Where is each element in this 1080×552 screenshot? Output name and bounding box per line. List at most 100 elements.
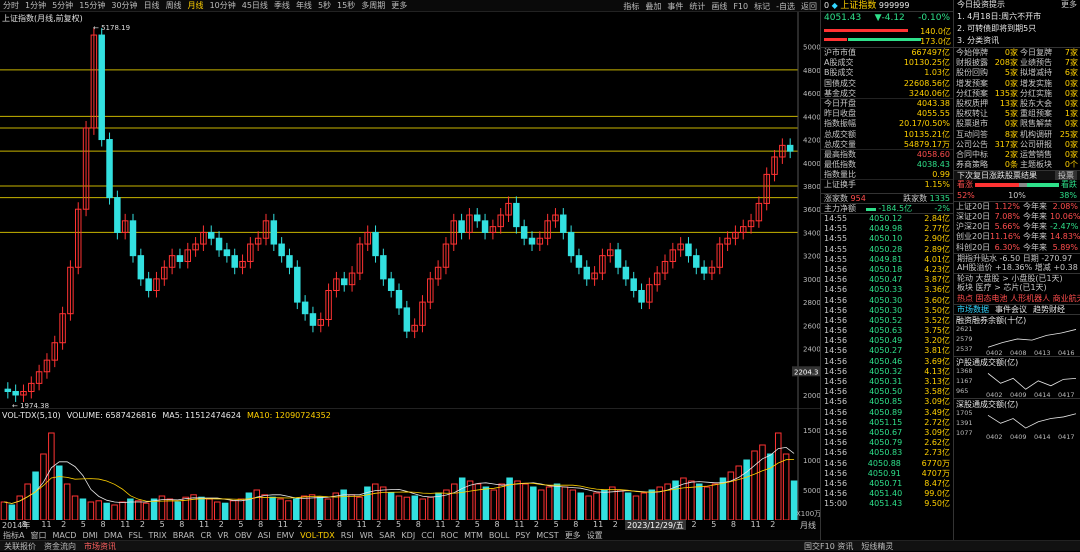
candle-52[interactable] xyxy=(403,307,411,332)
candle-13[interactable] xyxy=(98,34,105,141)
tool-2[interactable]: 事件 xyxy=(664,1,686,12)
vol-bar-78[interactable] xyxy=(616,489,624,521)
vol-bar-53[interactable] xyxy=(419,498,426,521)
vol-bar-38[interactable] xyxy=(300,495,308,521)
period-6[interactable]: 周线 xyxy=(163,0,185,11)
vol-bar-30[interactable] xyxy=(237,498,245,521)
period-11[interactable]: 年线 xyxy=(293,0,315,11)
tick-row-6[interactable]: 14:56 4050.47 3.87亿 xyxy=(821,275,953,285)
vol-bar-0[interactable] xyxy=(0,501,8,521)
bottom-tab-0[interactable]: 关联报价 xyxy=(0,541,40,552)
tick-row-8[interactable]: 14:56 4050.30 3.60亿 xyxy=(821,296,953,306)
candle-90[interactable] xyxy=(700,266,708,274)
vol-bar-13[interactable] xyxy=(103,502,110,521)
vol-bar-25[interactable] xyxy=(198,496,205,521)
tick-row-17[interactable]: 14:56 4050.50 3.58亿 xyxy=(821,387,953,397)
period-3[interactable]: 15分钟 xyxy=(76,0,108,11)
event-row-10[interactable]: 合同中标 2家 运营销售 0家 xyxy=(954,150,1080,160)
vote-down-label[interactable]: 看跌 xyxy=(1061,180,1077,190)
indicator-tab-16[interactable]: SAR xyxy=(376,531,398,540)
candle-66[interactable] xyxy=(513,202,520,228)
mini-tab-2[interactable]: 趋势财经 xyxy=(1033,305,1065,314)
event-row-6[interactable]: 股权转让 5家 重组预案 1家 xyxy=(954,109,1080,119)
period-12[interactable]: 5秒 xyxy=(315,0,334,11)
candle-81[interactable] xyxy=(630,278,637,291)
vol-bar-41[interactable] xyxy=(324,498,332,521)
status-right[interactable]: 短线精灵 xyxy=(857,541,897,552)
candle-19[interactable] xyxy=(145,278,152,291)
vol-bar-65[interactable] xyxy=(514,480,521,521)
vol-bar-54[interactable] xyxy=(427,496,434,521)
vote-up-label[interactable]: 看涨 xyxy=(957,180,973,190)
candle-14[interactable] xyxy=(106,139,113,199)
candle-67[interactable] xyxy=(520,226,528,239)
event-row-0[interactable]: 今始停牌 0家 今日复牌 7家 xyxy=(954,48,1080,58)
vol-bar-69[interactable] xyxy=(545,486,553,521)
indicator-tab-13[interactable]: VOL-TDX xyxy=(297,531,338,540)
fav-icon[interactable]: ◆ xyxy=(832,1,838,10)
vol-bar-11[interactable] xyxy=(87,501,95,521)
vol-bar-39[interactable] xyxy=(308,494,316,521)
vol-bar-95[interactable] xyxy=(751,450,758,521)
tick-list[interactable]: 14:55 4050.12 2.84亿 14:55 4049.98 2.77亿 14:55 4… xyxy=(821,213,953,509)
candle-89[interactable] xyxy=(693,255,700,268)
candle-48[interactable] xyxy=(372,231,379,257)
vol-bar-21[interactable] xyxy=(166,498,174,521)
period-1[interactable]: 1分钟 xyxy=(22,0,49,11)
vol-bar-22[interactable] xyxy=(174,501,182,521)
candle-18[interactable] xyxy=(137,255,145,280)
news-item-0[interactable]: 1. 4月18日:周六不开市 xyxy=(954,11,1080,23)
tool-5[interactable]: F10 xyxy=(730,2,751,11)
vol-bar-40[interactable] xyxy=(316,496,324,521)
vol-bar-33[interactable] xyxy=(261,494,268,521)
indicator-tab-2[interactable]: MACD xyxy=(49,531,79,540)
event-row-9[interactable]: 公司公告 317家 公司研报 0家 xyxy=(954,140,1080,150)
vol-bar-93[interactable] xyxy=(735,465,743,521)
candle-39[interactable] xyxy=(301,301,309,315)
vol-bar-62[interactable] xyxy=(490,489,498,521)
news-item-2[interactable]: 3. 分类资讯 xyxy=(954,35,1080,47)
vol-bar-17[interactable] xyxy=(135,500,142,521)
candle-82[interactable] xyxy=(638,289,645,303)
vol-bar-35[interactable] xyxy=(277,498,284,521)
vol-bar-12[interactable] xyxy=(95,500,103,521)
indicator-tab-23[interactable]: MCST xyxy=(533,531,561,540)
vol-bar-61[interactable] xyxy=(482,486,490,521)
tick-row-22[interactable]: 14:56 4050.79 2.62亿 xyxy=(821,438,953,448)
tick-row-23[interactable]: 14:56 4050.83 2.73亿 xyxy=(821,448,953,458)
news-more-link[interactable]: 更多 xyxy=(1061,0,1077,11)
indicator-tab-21[interactable]: BOLL xyxy=(486,531,513,540)
indicator-tab-7[interactable]: BRAR xyxy=(170,531,198,540)
candle-59[interactable] xyxy=(458,220,465,233)
vol-bar-48[interactable] xyxy=(379,486,387,521)
vol-bar-49[interactable] xyxy=(387,492,395,521)
vol-bar-80[interactable] xyxy=(632,495,640,521)
vol-bar-14[interactable] xyxy=(111,504,118,521)
event-row-4[interactable]: 分红预案 135家 分红实施 0家 xyxy=(954,89,1080,99)
vol-bar-24[interactable] xyxy=(190,494,197,521)
candle-15[interactable] xyxy=(114,197,121,233)
vol-bar-99[interactable] xyxy=(782,453,790,521)
period-5[interactable]: 日线 xyxy=(141,0,163,11)
vol-bar-100[interactable] xyxy=(790,480,798,521)
vol-bar-79[interactable] xyxy=(624,492,632,521)
vol-bar-19[interactable] xyxy=(150,498,158,521)
tick-row-9[interactable]: 14:56 4050.30 3.50亿 xyxy=(821,306,953,316)
candle-50[interactable] xyxy=(387,278,395,291)
volume-svg[interactable]: 15000 10000 5000 X100万 xyxy=(0,407,825,521)
indicator-tab-19[interactable]: ROC xyxy=(438,531,461,540)
vol-bar-50[interactable] xyxy=(395,495,403,521)
indicator-tab-9[interactable]: VR xyxy=(215,531,232,540)
vol-bar-70[interactable] xyxy=(553,483,561,521)
tool-4[interactable]: 画线 xyxy=(708,1,730,12)
period-4[interactable]: 30分钟 xyxy=(108,0,140,11)
candle-49[interactable] xyxy=(380,255,387,280)
vol-bar-44[interactable] xyxy=(348,494,355,521)
candle-62[interactable] xyxy=(481,220,489,233)
tool-3[interactable]: 统计 xyxy=(686,1,708,12)
candle-17[interactable] xyxy=(129,220,137,257)
tick-row-3[interactable]: 14:55 4050.28 2.89亿 xyxy=(821,245,953,255)
vol-bar-57[interactable] xyxy=(451,483,458,521)
indicator-tab-25[interactable]: 设置 xyxy=(584,530,606,541)
tick-row-14[interactable]: 14:56 4050.46 3.69亿 xyxy=(821,357,953,367)
